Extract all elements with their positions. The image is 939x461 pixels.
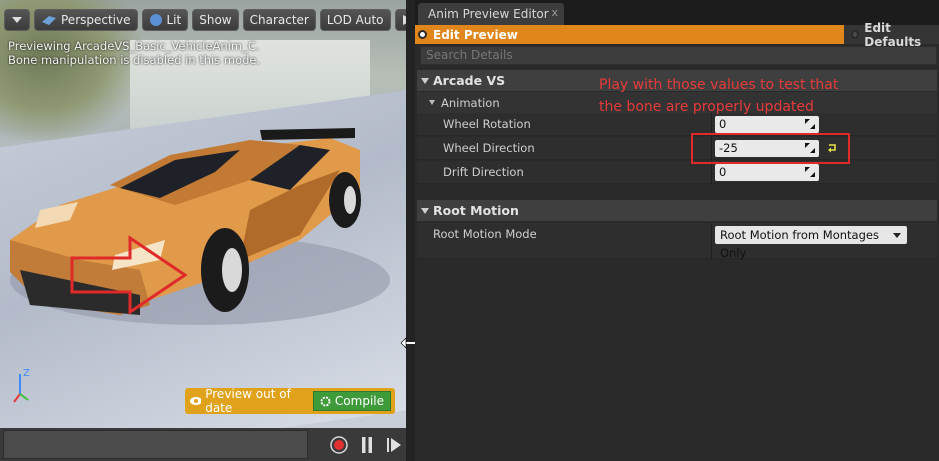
record-icon — [330, 436, 348, 454]
section-root-motion-label: Root Motion — [433, 203, 519, 218]
dropdown-value: Root Motion from Montages Only — [720, 228, 879, 260]
edit-preview-option[interactable]: Edit Preview — [415, 25, 844, 44]
property-label: Wheel Direction — [443, 141, 535, 155]
tab-title: Anim Preview Editor — [428, 7, 549, 21]
property-row-root-motion-mode: Root Motion Mode Root Motion from Montag… — [417, 223, 937, 260]
lit-button[interactable]: Lit — [141, 9, 189, 31]
property-label: Drift Direction — [443, 165, 524, 179]
lit-label: Lit — [166, 13, 182, 27]
preview-viewport[interactable]: Perspective Lit Show Character LOD Auto … — [0, 0, 406, 428]
preview-out-of-date-bar: Preview out of date Compile — [185, 387, 395, 415]
property-label: Wheel Rotation — [443, 117, 531, 131]
edit-preview-label: Edit Preview — [433, 27, 518, 42]
character-label: Character — [249, 13, 309, 27]
property-label: Root Motion Mode — [433, 227, 537, 241]
column-divider — [711, 223, 712, 259]
annotation-highlight-box — [691, 133, 850, 164]
lod-label: LOD Auto — [326, 13, 384, 27]
pause-button[interactable] — [356, 434, 378, 456]
axis-gizmo-icon: Z — [13, 368, 30, 403]
viewport-info-text: Previewing ArcadeVS_Basic_VehicleAnim_C.… — [8, 39, 260, 67]
search-placeholder: Search Details — [426, 48, 513, 62]
step-forward-button[interactable] — [383, 434, 405, 456]
annotation-line1: Play with those values to test that — [599, 77, 839, 93]
anim-preview-editor-panel: Anim Preview Editor x Edit Preview Edit … — [415, 0, 939, 461]
gear-icon — [320, 396, 331, 406]
lit-sphere-icon — [149, 14, 162, 26]
perspective-button[interactable]: Perspective — [34, 9, 138, 31]
character-button[interactable]: Character — [242, 9, 316, 31]
drift-direction-field[interactable]: 0 — [715, 164, 819, 181]
edit-defaults-label: Edit Defaults — [864, 20, 922, 49]
subsection-animation-label: Animation — [441, 95, 500, 110]
chevron-down-icon — [893, 233, 901, 238]
search-details-input[interactable]: Search Details — [420, 46, 937, 65]
annotation-line2: the bone are properly updated — [599, 99, 814, 115]
viewport-toolbar: Perspective Lit Show Character LOD Auto … — [4, 9, 406, 33]
playback-bar — [0, 428, 406, 461]
preview-out-of-date-text: Preview out of date — [205, 387, 291, 415]
edit-mode-row: Edit Preview Edit Defaults — [415, 21, 939, 49]
drag-resize-icon — [805, 119, 815, 129]
perspective-cube-icon — [42, 16, 56, 25]
property-row-wheel-direction: Wheel Direction -25 — [417, 137, 937, 160]
chevron-down-icon — [12, 17, 22, 23]
compile-label: Compile — [334, 394, 384, 408]
car-model — [10, 128, 390, 325]
viewport-info-line2: Bone manipulation is disabled in this mo… — [8, 53, 261, 67]
perspective-label: Perspective — [61, 13, 131, 27]
edit-defaults-option[interactable]: Edit Defaults — [851, 21, 939, 49]
drag-resize-icon — [805, 167, 815, 177]
timeline-scrubber[interactable] — [3, 430, 308, 459]
field-value: 0 — [719, 165, 727, 179]
viewport-options-button[interactable] — [4, 9, 30, 31]
svg-text:Z: Z — [23, 368, 30, 379]
root-motion-mode-dropdown[interactable]: Root Motion from Montages Only — [715, 226, 907, 260]
wheel-rotation-field[interactable]: 0 — [715, 116, 819, 133]
section-root-motion[interactable]: Root Motion — [417, 200, 937, 221]
radio-unselected-icon — [851, 30, 860, 39]
expand-triangle-icon — [429, 100, 435, 105]
expand-triangle-icon — [421, 207, 429, 214]
preview-out-of-date-label: Preview out of date — [189, 387, 307, 415]
pause-icon — [362, 437, 372, 453]
transform-button[interactable]: xT — [394, 9, 406, 31]
compile-button[interactable]: Compile — [312, 391, 391, 411]
show-label: Show — [199, 13, 232, 27]
expand-triangle-icon — [421, 77, 429, 84]
show-button[interactable]: Show — [192, 9, 239, 31]
radio-selected-icon — [418, 30, 427, 39]
tab-anim-preview-editor[interactable]: Anim Preview Editor x — [418, 3, 564, 25]
viewport-info-line1: Previewing ArcadeVS_Basic_VehicleAnim_C. — [8, 39, 260, 53]
tab-bar: Anim Preview Editor x — [415, 0, 939, 25]
eye-icon — [190, 397, 202, 405]
lod-button[interactable]: LOD Auto — [319, 9, 391, 31]
field-value: 0 — [719, 117, 727, 131]
property-row-drift-direction: Drift Direction 0 — [417, 161, 937, 184]
column-divider — [711, 161, 712, 184]
panel-empty-area — [417, 260, 937, 461]
section-arcade-vs-label: Arcade VS — [433, 73, 506, 88]
record-button[interactable] — [328, 434, 350, 456]
panel-splitter[interactable] — [406, 0, 415, 461]
annotation-text: Play with those values to test that the … — [599, 74, 859, 118]
step-forward-icon — [387, 438, 401, 452]
close-icon[interactable]: x — [551, 6, 558, 19]
